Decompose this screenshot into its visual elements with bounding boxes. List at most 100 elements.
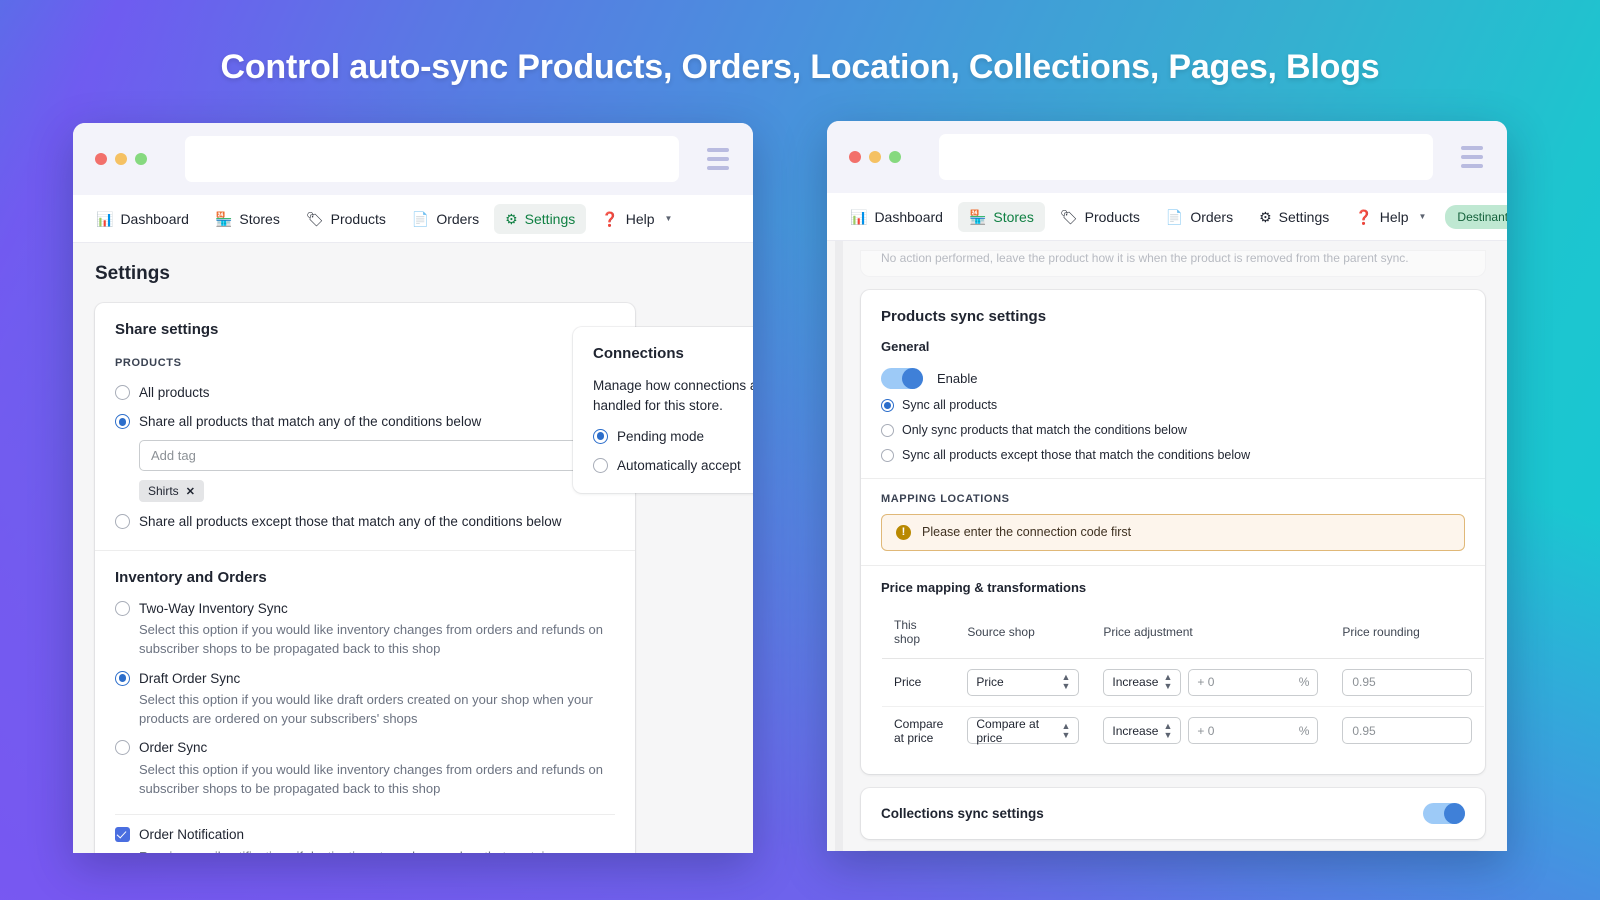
nav-label-products: Products [330, 210, 386, 227]
close-window-dot[interactable] [95, 153, 107, 165]
divider [115, 814, 615, 816]
nav-item-products[interactable]: 🏷 Products [295, 204, 397, 234]
products-sync-enable-toggle[interactable] [881, 368, 923, 389]
tag-chip-shirts[interactable]: Shirts ✕ [139, 480, 204, 503]
radio-icon[interactable] [115, 514, 130, 530]
nav-item-settings[interactable]: ⚙ Settings [1248, 202, 1340, 232]
percent-suffix: % [1298, 723, 1310, 738]
nav-item-orders[interactable]: 📄 Orders [1155, 202, 1244, 232]
collections-sync-settings-card[interactable]: Collections sync settings [861, 787, 1485, 839]
nav-item-dashboard[interactable]: 📊 Dashboard [839, 202, 954, 232]
browser-titlebar [827, 121, 1507, 193]
nav-item-help[interactable]: ❓ Help ▼ [1344, 202, 1437, 232]
radio-option-automatically-accept[interactable]: Automatically accept [593, 457, 753, 475]
source-shop-select[interactable]: Compare at price ▲ ▼ [967, 717, 1080, 745]
adjustment-value-input[interactable]: + 0 % [1188, 717, 1319, 745]
window-controls[interactable] [847, 151, 901, 163]
share-settings-card: Share settings PRODUCTS All products Sha… [95, 303, 635, 853]
browser-menu-icon[interactable] [707, 148, 733, 170]
radio-label: Automatically accept [617, 457, 741, 473]
nav-item-stores[interactable]: 🏪 Stores [957, 201, 1045, 232]
radio-option-sync-all-products[interactable]: Sync all products [881, 397, 1465, 414]
question-circle-icon: ❓ [601, 210, 619, 227]
radio-label: Two-Way Inventory Sync [139, 600, 288, 616]
radio-icon[interactable] [881, 423, 894, 437]
radio-icon[interactable] [115, 385, 130, 400]
checkbox-option-order-notification[interactable]: Order Notification [115, 826, 615, 844]
input-value: 0.95 [1352, 675, 1376, 690]
select-arrows-icon: ▲ ▼ [1061, 720, 1071, 740]
address-bar[interactable] [939, 134, 1433, 180]
radio-option-pending-mode[interactable]: Pending mode [593, 428, 753, 446]
nav-item-settings[interactable]: ⚙ Settings [494, 203, 587, 234]
page-title: Settings [95, 263, 170, 284]
radio-icon-selected[interactable] [115, 670, 130, 686]
radio-icon[interactable] [115, 740, 130, 756]
radio-option-order-sync[interactable]: Order Sync [115, 739, 615, 757]
radio-option-all-products[interactable]: All products [115, 384, 615, 402]
products-toggle-row: PRODUCTS [115, 352, 615, 373]
maximize-window-dot[interactable] [135, 153, 147, 165]
inventory-orders-heading: Inventory and Orders [115, 568, 267, 586]
table-header-row: This shop Source shop Price adjustment P… [882, 605, 1485, 659]
radio-label: Draft Order Sync [139, 670, 241, 686]
nav-item-dashboard[interactable]: 📊 Dashboard [85, 204, 200, 234]
column-header-source-shop: Source shop [955, 605, 1092, 659]
radio-icon[interactable] [115, 600, 130, 616]
source-shop-select[interactable]: Price ▲ ▼ [967, 668, 1080, 696]
nav-label-help: Help [1379, 208, 1409, 225]
column-header-this-shop: This shop [882, 605, 956, 659]
nav-label-dashboard: Dashboard [120, 210, 189, 227]
nav-item-products[interactable]: 🏷 Products [1049, 202, 1151, 232]
settings-page-body: Settings Share settings PRODUCTS All pro… [73, 243, 753, 853]
adjustment-mode-select[interactable]: Increase ▲ ▼ [1103, 717, 1182, 745]
nav-item-stores[interactable]: 🏪 Stores [204, 204, 291, 234]
select-value: Increase [1112, 723, 1159, 738]
cell-price-rounding: 0.95 [1330, 706, 1484, 755]
adjustment-mode-select[interactable]: Increase ▲ ▼ [1103, 668, 1182, 696]
radio-icon[interactable] [593, 457, 608, 473]
scroll-gutter[interactable] [835, 241, 843, 851]
radio-option-match-conditions[interactable]: Share all products that match any of the… [115, 413, 615, 431]
address-bar[interactable] [185, 136, 679, 182]
mapping-locations-eyebrow: MAPPING LOCATIONS [881, 492, 1010, 505]
collections-sync-toggle[interactable] [1423, 802, 1465, 824]
radio-icon-selected[interactable] [593, 428, 608, 444]
enable-toggle-row: Enable [881, 368, 1465, 389]
radio-option-sync-all-except[interactable]: Sync all products except those that matc… [881, 447, 1465, 464]
share-settings-section: Share settings PRODUCTS All products Sha… [95, 303, 635, 550]
radio-option-two-way-inventory-sync[interactable]: Two-Way Inventory Sync [115, 600, 615, 618]
radio-option-draft-order-sync[interactable]: Draft Order Sync [115, 670, 615, 688]
bar-chart-icon: 📊 [850, 208, 868, 225]
remove-tag-icon[interactable]: ✕ [186, 485, 195, 498]
price-adjustment-group: Increase ▲ ▼ + 0 % [1103, 717, 1319, 745]
price-rounding-input[interactable]: 0.95 [1342, 717, 1473, 745]
radio-icon-selected[interactable] [115, 414, 130, 430]
window-controls[interactable] [93, 153, 147, 165]
nav-item-orders[interactable]: 📄 Orders [401, 204, 490, 234]
radio-option-only-sync-matching[interactable]: Only sync products that match the condit… [881, 422, 1465, 439]
minimize-window-dot[interactable] [869, 151, 881, 163]
minimize-window-dot[interactable] [115, 153, 127, 165]
input-value: 0.95 [1352, 723, 1376, 738]
price-adjustment-group: Increase ▲ ▼ + 0 % [1103, 668, 1319, 696]
browser-menu-icon[interactable] [1461, 146, 1487, 168]
nav-item-help[interactable]: ❓ Help ▼ [590, 204, 683, 234]
app-navbar-left: 📊 Dashboard 🏪 Stores 🏷 Products 📄 Orders… [73, 195, 753, 243]
tag-icon: 🏷 [305, 210, 324, 227]
adjustment-value-input[interactable]: + 0 % [1188, 668, 1319, 696]
store-icon: 🏪 [214, 210, 233, 227]
add-tag-input[interactable]: Add tag [139, 440, 615, 472]
maximize-window-dot[interactable] [889, 151, 901, 163]
receipt-icon: 📄 [411, 210, 430, 227]
gear-icon: ⚙ [505, 210, 518, 227]
radio-label: Only sync products that match the condit… [902, 422, 1187, 437]
chevron-down-icon: ▼ [664, 214, 673, 223]
checkbox-icon-checked[interactable] [115, 827, 130, 843]
close-window-dot[interactable] [849, 151, 861, 163]
price-rounding-input[interactable]: 0.95 [1342, 668, 1473, 696]
radio-option-except-conditions[interactable]: Share all products except those that mat… [115, 513, 615, 531]
radio-icon[interactable] [881, 448, 894, 462]
radio-icon-selected[interactable] [881, 398, 894, 412]
price-mapping-section: Price mapping & transformations This sho… [861, 564, 1486, 774]
